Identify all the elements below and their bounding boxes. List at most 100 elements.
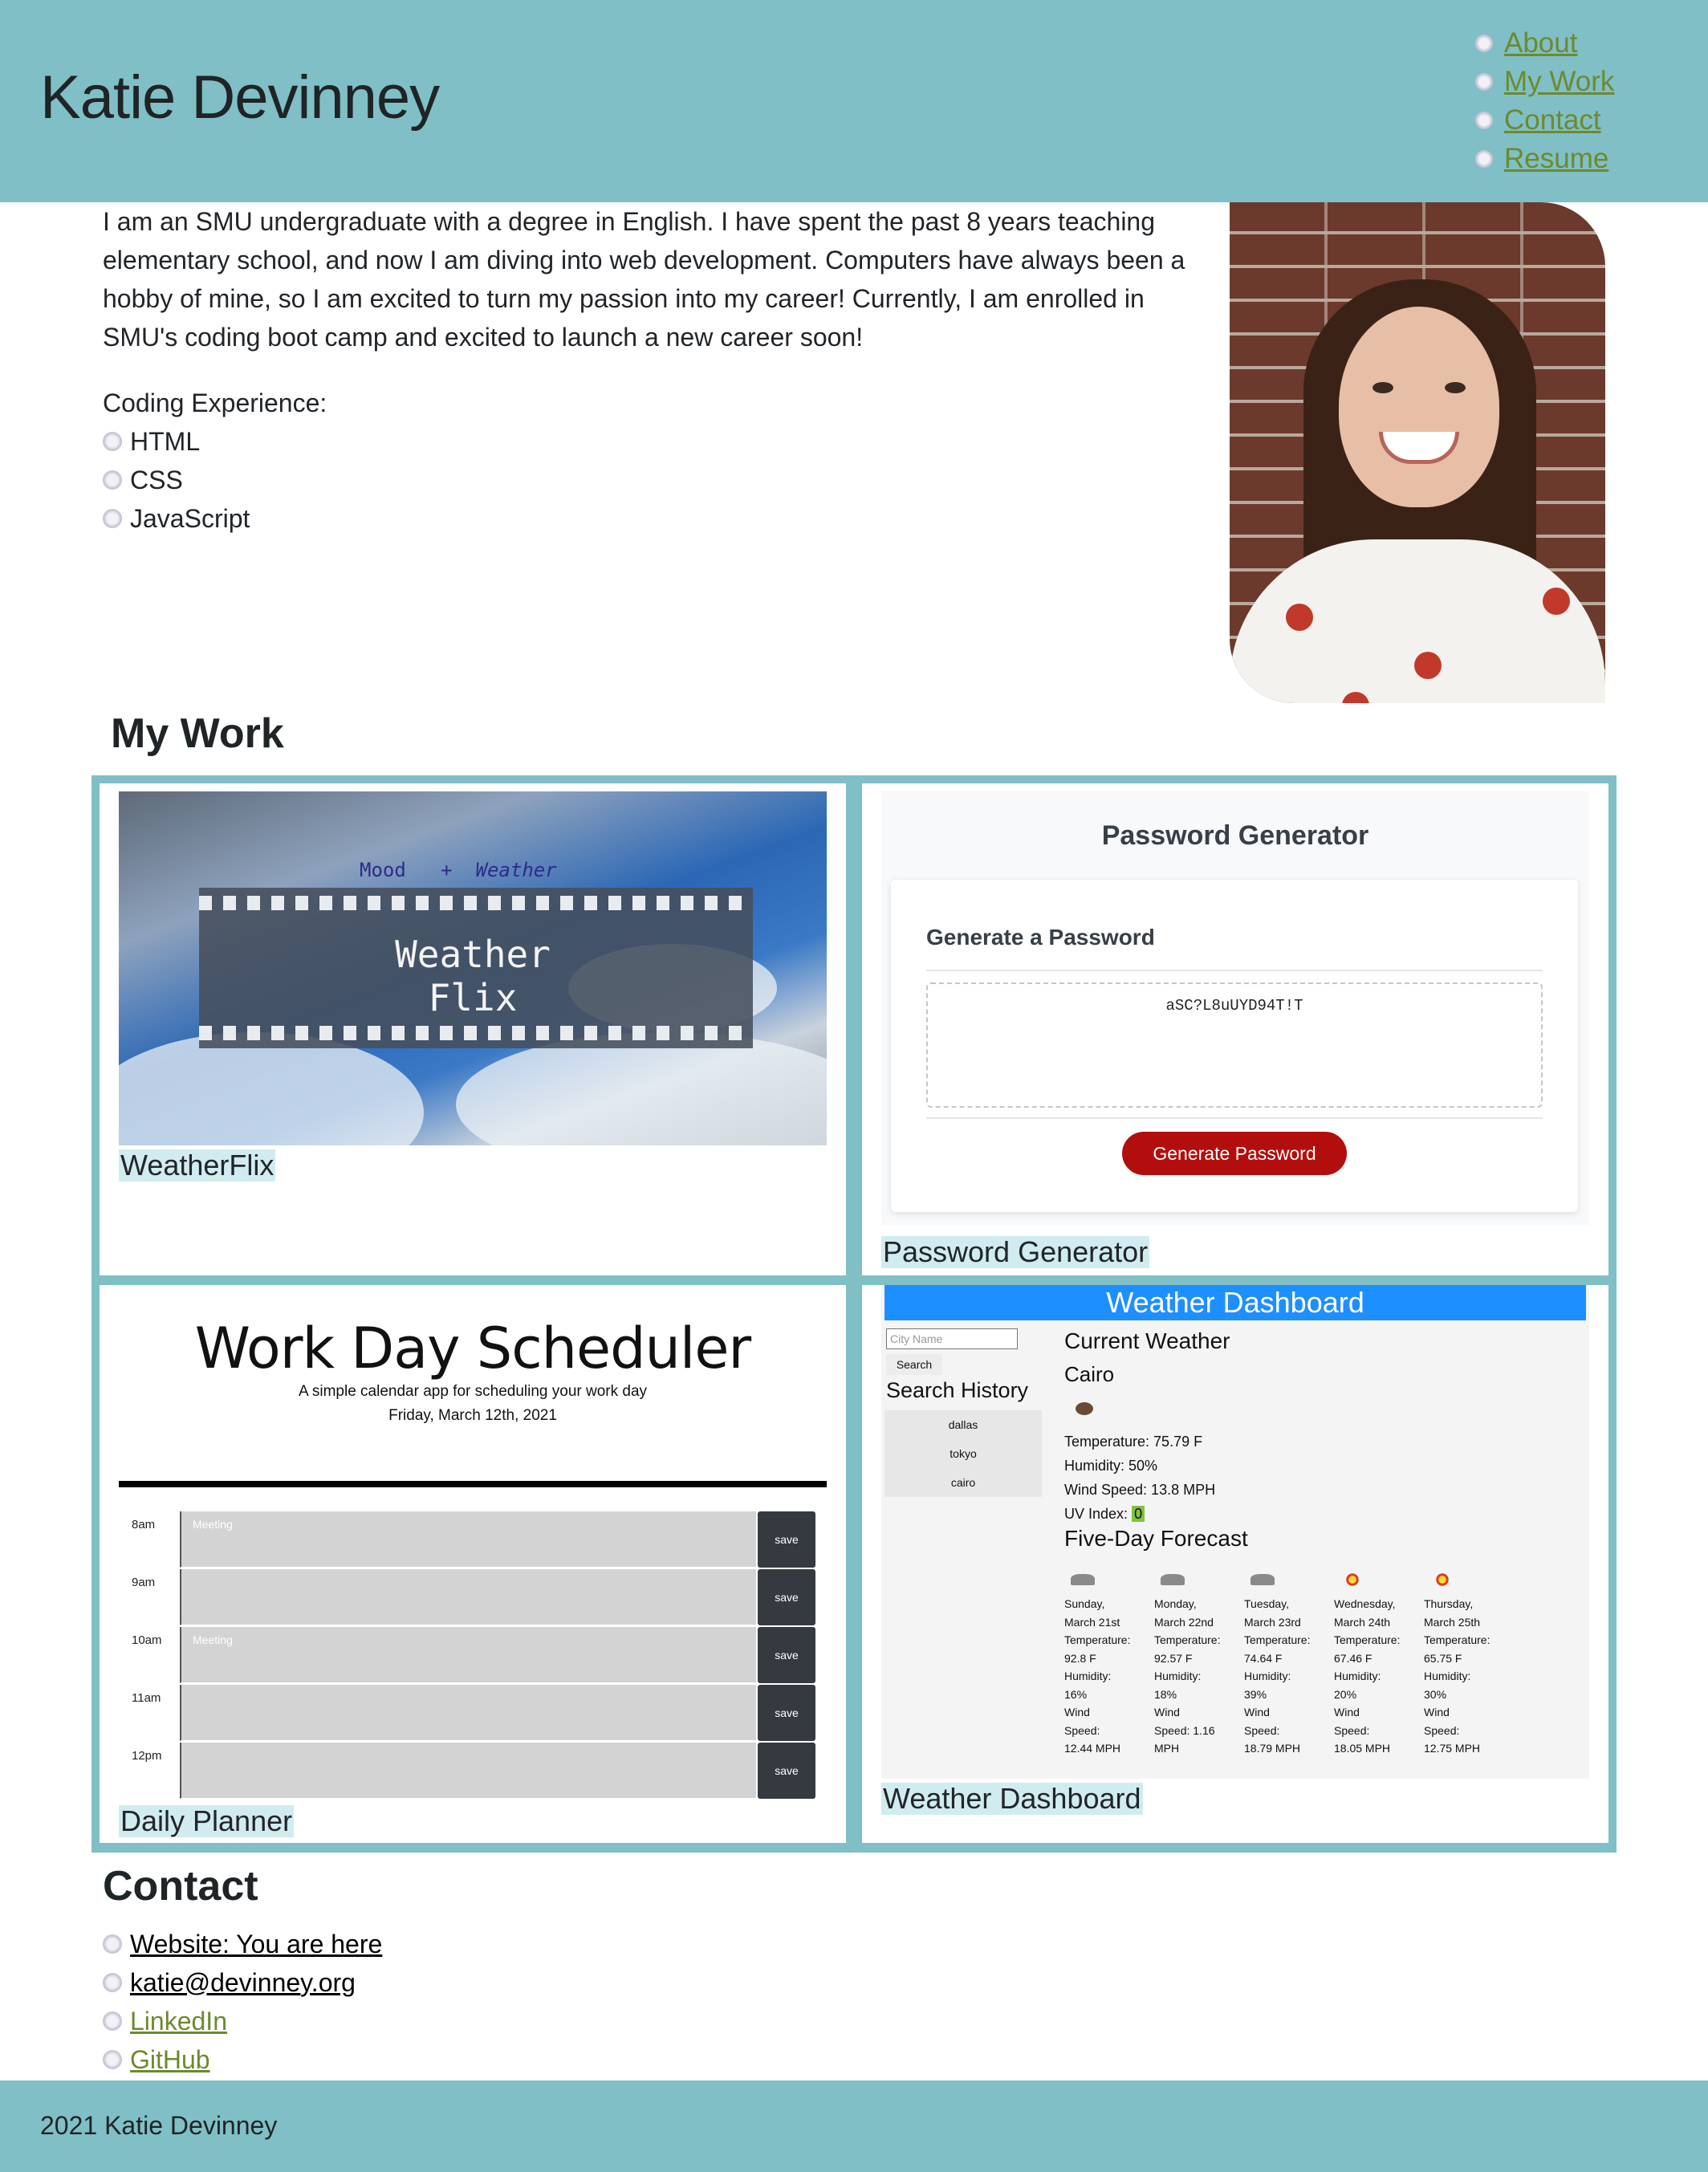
- save-button: save: [758, 1569, 815, 1625]
- project-card-password-generator[interactable]: Password Generator Generate a Password a…: [862, 783, 1608, 1275]
- photo-face: [1339, 307, 1499, 507]
- contact-heading: Contact: [103, 1863, 258, 1910]
- project-card-weatherflix[interactable]: Mood + Weather Weather Flix WeatherFlix: [100, 783, 846, 1275]
- city-name-input: City Name: [886, 1328, 1018, 1349]
- nav-link-my-work[interactable]: My Work: [1504, 66, 1614, 98]
- hour-label: 9am: [132, 1576, 156, 1589]
- pw-title: Password Generator: [1101, 820, 1369, 851]
- current-humidity: Humidity: 50%: [1064, 1458, 1158, 1474]
- project-caption[interactable]: WeatherFlix: [119, 1149, 276, 1182]
- experience-item: CSS: [103, 461, 250, 499]
- forecast-text: 16%: [1064, 1687, 1088, 1701]
- search-history-list: dallas tokyo cairo: [885, 1410, 1042, 1497]
- search-history-label: Search History: [886, 1378, 1029, 1402]
- sun-icon: [1435, 1572, 1450, 1587]
- scheduler-divider: [119, 1481, 827, 1487]
- nav-item-about: About: [1475, 24, 1614, 63]
- experience-item: JavaScript: [103, 499, 250, 538]
- website-link[interactable]: Website: You are here: [130, 1930, 382, 1959]
- about-bio: I am an SMU undergraduate with a degree …: [103, 207, 1185, 352]
- experience-item-label: JavaScript: [130, 503, 250, 533]
- nav-item-resume: Resume: [1475, 140, 1614, 178]
- work-day-scheduler-preview[interactable]: Work Day Scheduler A simple calendar app…: [119, 1285, 827, 1799]
- forecast-text: 67.46 F: [1334, 1651, 1372, 1665]
- github-link[interactable]: GitHub: [130, 2045, 210, 2075]
- hour-label: 10am: [132, 1633, 162, 1647]
- forecast-day: Wednesday, March 24th Temperature: 67.46…: [1334, 1568, 1417, 1758]
- forecast-text: March 21st: [1064, 1615, 1120, 1629]
- forecast-day: Monday, March 22nd Temperature: 92.57 F …: [1154, 1568, 1238, 1758]
- site-title: Katie Devinney: [40, 63, 440, 132]
- bullet-icon: [1475, 112, 1493, 129]
- project-caption[interactable]: Weather Dashboard: [881, 1783, 1143, 1815]
- forecast-text: MPH: [1154, 1742, 1180, 1755]
- hour-label: 8am: [132, 1518, 156, 1531]
- weather-dashboard-preview[interactable]: Weather Dashboard City Name Search Searc…: [881, 1285, 1589, 1779]
- uv-value: 0: [1132, 1506, 1145, 1522]
- nav-item-contact: Contact: [1475, 101, 1614, 140]
- linkedin-link[interactable]: LinkedIn: [130, 2007, 227, 2036]
- site-footer: 2021 Katie Devinney: [0, 2080, 1708, 2172]
- forecast-text: Temperature:: [1244, 1633, 1311, 1646]
- event-text: Meeting: [193, 1518, 233, 1531]
- forecast-text: Speed: 1.16: [1154, 1723, 1215, 1737]
- history-item: cairo: [950, 1476, 976, 1489]
- hour-label: 12pm: [132, 1749, 162, 1763]
- event-text: Meeting: [193, 1633, 233, 1646]
- film-holes: [199, 896, 753, 910]
- event-slot: [180, 1743, 756, 1799]
- pw-heading: Generate a Password: [926, 925, 1155, 950]
- project-card-weather-dashboard[interactable]: Weather Dashboard City Name Search Searc…: [862, 1285, 1608, 1843]
- cloud-icon: [1161, 1574, 1185, 1585]
- event-slot: Meeting: [180, 1511, 756, 1568]
- forecast-text: 18.79 MPH: [1244, 1742, 1301, 1755]
- forecast-text: Wednesday,: [1334, 1597, 1396, 1610]
- forecast-text: Wind: [1064, 1706, 1090, 1718]
- flower-pattern: [1543, 588, 1570, 615]
- main-nav: About My Work Contact Resume: [1475, 24, 1614, 178]
- nav-link-about[interactable]: About: [1504, 27, 1577, 59]
- event-slot: [180, 1685, 756, 1741]
- forecast-text: March 24th: [1334, 1615, 1391, 1629]
- contact-item: GitHub: [103, 2040, 382, 2079]
- nav-link-resume[interactable]: Resume: [1504, 143, 1608, 175]
- my-work-heading: My Work: [111, 710, 284, 757]
- project-card-daily-planner[interactable]: Work Day Scheduler A simple calendar app…: [100, 1285, 846, 1843]
- forecast-text: Humidity:: [1064, 1670, 1112, 1682]
- forecast-text: 74.64 F: [1244, 1651, 1283, 1665]
- flower-pattern: [1286, 604, 1313, 631]
- bullet-icon: [1475, 73, 1493, 91]
- cloud-shape: [119, 1032, 424, 1145]
- nav-link-contact[interactable]: Contact: [1504, 104, 1601, 136]
- time-block: 8am Meeting save: [119, 1511, 827, 1569]
- cloud-icon: [1250, 1574, 1275, 1585]
- contact-item: Website: You are here: [103, 1925, 382, 1963]
- save-button: save: [758, 1743, 815, 1799]
- forecast-text: 92.57 F: [1154, 1651, 1193, 1665]
- experience-item-label: CSS: [130, 465, 183, 494]
- bullet-icon: [103, 2011, 122, 2031]
- password-generator-preview[interactable]: Password Generator Generate a Password a…: [881, 791, 1589, 1225]
- project-caption[interactable]: Password Generator: [881, 1236, 1150, 1268]
- experience-item: HTML: [103, 422, 250, 461]
- email-link[interactable]: katie@devinney.org: [130, 1968, 356, 1998]
- weatherflix-preview[interactable]: Mood + Weather Weather Flix: [119, 791, 827, 1145]
- forecast-text: 18.05 MPH: [1334, 1742, 1391, 1755]
- tagline-plus: +: [441, 859, 453, 881]
- time-block: 11am save: [119, 1685, 827, 1743]
- current-wind: Wind Speed: 13.8 MPH: [1064, 1482, 1216, 1498]
- forecast-text: Wind: [1154, 1706, 1180, 1718]
- project-caption[interactable]: Daily Planner: [119, 1805, 295, 1837]
- bullet-icon: [103, 470, 122, 490]
- cloud-icon: [1071, 1574, 1095, 1585]
- forecast-text: Wind: [1334, 1706, 1360, 1718]
- forecast-text: Temperature:: [1424, 1633, 1490, 1646]
- forecast-label: Five-Day Forecast: [1064, 1526, 1248, 1551]
- time-block: 9am save: [119, 1569, 827, 1627]
- bullet-icon: [1475, 35, 1493, 52]
- weather-icon: [1076, 1402, 1093, 1415]
- forecast-text: Humidity:: [1424, 1670, 1471, 1682]
- save-button: save: [758, 1685, 815, 1741]
- logo-line-2: Flix: [428, 976, 518, 1019]
- forecast-text: 30%: [1424, 1687, 1447, 1701]
